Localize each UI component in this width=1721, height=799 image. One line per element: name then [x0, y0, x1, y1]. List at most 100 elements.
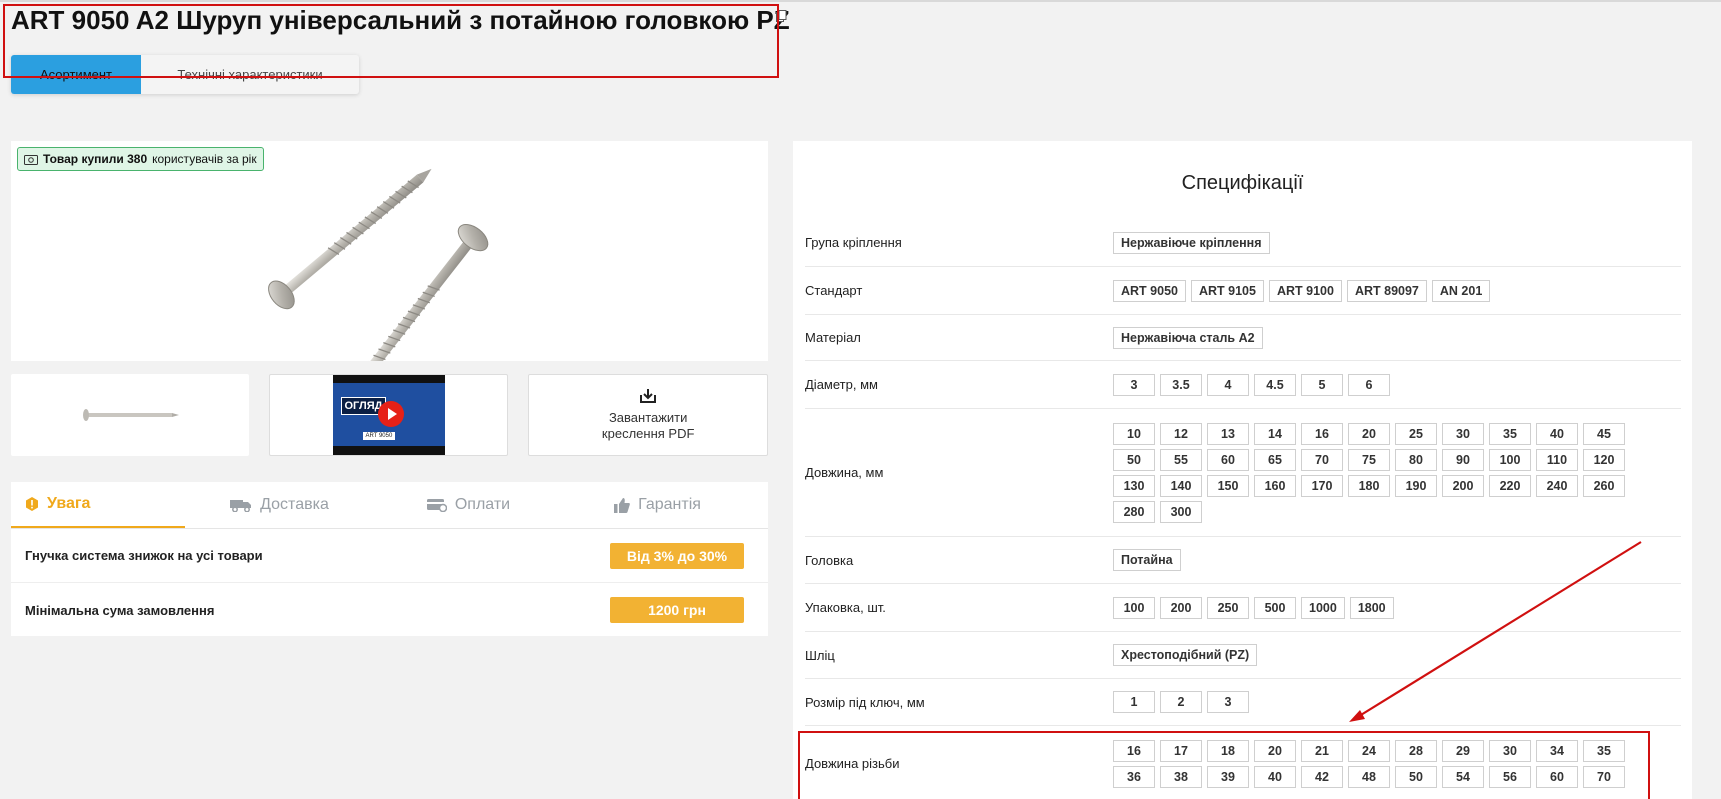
- tab-specifications[interactable]: Технічні характеристики: [141, 55, 359, 94]
- tab-delivery[interactable]: Доставка: [185, 482, 374, 528]
- top-divider: [0, 0, 1721, 2]
- spec-value-chip[interactable]: AN 201: [1431, 279, 1491, 302]
- screw-thumbnail-image: [82, 409, 179, 421]
- spec-value-chip[interactable]: 3.5: [1160, 373, 1202, 396]
- spec-value-chip[interactable]: 40: [1254, 765, 1296, 788]
- spec-value-chip[interactable]: 100: [1113, 596, 1155, 619]
- spec-value-chip[interactable]: 70: [1583, 765, 1625, 788]
- spec-value-chip[interactable]: 10: [1113, 422, 1155, 445]
- spec-value-chip[interactable]: 40: [1536, 422, 1578, 445]
- spec-value-chip[interactable]: 190: [1395, 474, 1437, 497]
- thumbnail-video[interactable]: ОГЛЯД ART 9050: [268, 374, 509, 456]
- spec-value-chip[interactable]: 60: [1536, 765, 1578, 788]
- spec-value-chip[interactable]: 180: [1348, 474, 1390, 497]
- spec-label: Діаметр, мм: [805, 377, 878, 392]
- spec-value-chip[interactable]: 21: [1301, 739, 1343, 762]
- spec-row: Стандарт ART 9050 ART 9105 ART 9100 ART 8909…: [805, 267, 1681, 315]
- spec-value-chip[interactable]: 12: [1160, 422, 1202, 445]
- spec-value-chip[interactable]: 6: [1348, 373, 1390, 396]
- spec-value-chip[interactable]: ART 89097: [1346, 279, 1427, 302]
- spec-value-chip[interactable]: 120: [1583, 448, 1625, 471]
- spec-value-chip[interactable]: 2: [1160, 691, 1202, 713]
- spec-value-chip[interactable]: 140: [1160, 474, 1202, 497]
- tab-payment[interactable]: Оплати: [374, 482, 563, 528]
- spec-row: Діаметр, мм 3 3.5 4 4.5 5 6: [805, 361, 1681, 409]
- spec-value-chip[interactable]: 45: [1583, 422, 1625, 445]
- spec-value-chip[interactable]: 1000: [1301, 596, 1345, 619]
- spec-value-chip[interactable]: 50: [1113, 448, 1155, 471]
- spec-value-chip[interactable]: 300: [1160, 500, 1202, 523]
- spec-value-chip[interactable]: Хрестоподібний (PZ): [1113, 644, 1258, 666]
- spec-value-chip[interactable]: 160: [1254, 474, 1296, 497]
- spec-value-chip[interactable]: Нержавіюче кріплення: [1113, 231, 1270, 254]
- spec-value-chip[interactable]: 48: [1348, 765, 1390, 788]
- spec-value-chip[interactable]: 240: [1536, 474, 1578, 497]
- spec-value-chip[interactable]: Потайна: [1113, 549, 1181, 571]
- spec-value-chip[interactable]: 20: [1254, 739, 1296, 762]
- spec-value-chip[interactable]: 56: [1489, 765, 1531, 788]
- spec-value-chip[interactable]: 60: [1207, 448, 1249, 471]
- spec-value-chip[interactable]: 35: [1583, 739, 1625, 762]
- spec-value-chip[interactable]: 35: [1489, 422, 1531, 445]
- spec-value-chip[interactable]: 80: [1395, 448, 1437, 471]
- spec-value-chip[interactable]: 50: [1395, 765, 1437, 788]
- spec-value-chip[interactable]: 30: [1489, 739, 1531, 762]
- spec-value-chip[interactable]: 54: [1442, 765, 1484, 788]
- spec-value-chip[interactable]: 280: [1113, 500, 1155, 523]
- spec-value-chip[interactable]: 13: [1207, 422, 1249, 445]
- spec-value-chip[interactable]: 200: [1160, 596, 1202, 619]
- spec-value-chip[interactable]: 1: [1113, 691, 1155, 713]
- spec-value-chip[interactable]: 4: [1207, 373, 1249, 396]
- spec-value-chip[interactable]: 34: [1536, 739, 1578, 762]
- spec-value-chip[interactable]: 24: [1348, 739, 1390, 762]
- thumbnail-photo[interactable]: [11, 374, 249, 456]
- spec-value-chip[interactable]: 5: [1301, 373, 1343, 396]
- spec-value-chip[interactable]: 90: [1442, 448, 1484, 471]
- spec-value-chip[interactable]: 260: [1583, 474, 1625, 497]
- spec-value-chip[interactable]: 65: [1254, 448, 1296, 471]
- spec-value-chip[interactable]: 20: [1348, 422, 1390, 445]
- spec-value-chip[interactable]: 14: [1254, 422, 1296, 445]
- spec-value-chip[interactable]: 200: [1442, 474, 1484, 497]
- spec-value-chip[interactable]: 28: [1395, 739, 1437, 762]
- spec-value-chip[interactable]: 3: [1113, 373, 1155, 396]
- spec-value-chip[interactable]: 3: [1207, 691, 1249, 713]
- spec-value-chip[interactable]: 110: [1536, 448, 1578, 471]
- spec-value-chip[interactable]: 220: [1489, 474, 1531, 497]
- spec-value-chip[interactable]: Нержавіюча сталь A2: [1113, 326, 1263, 349]
- spec-value-chip[interactable]: ART 9100: [1268, 279, 1342, 302]
- spec-value-chip[interactable]: 70: [1301, 448, 1343, 471]
- spec-value-chip[interactable]: 250: [1207, 596, 1249, 619]
- spec-value-chip[interactable]: 39: [1207, 765, 1249, 788]
- tab-assortment[interactable]: Асортимент: [11, 55, 141, 94]
- spec-label: Довжина, мм: [805, 465, 884, 480]
- spec-value-chip[interactable]: 4.5: [1254, 373, 1296, 396]
- spec-row: Матеріал Нержавіюча сталь A2: [805, 315, 1681, 361]
- spec-value-chip[interactable]: 1800: [1349, 596, 1394, 619]
- spec-value-chip[interactable]: 25: [1395, 422, 1437, 445]
- spec-value-chip[interactable]: 42: [1301, 765, 1343, 788]
- spec-value-chip[interactable]: 36: [1113, 765, 1155, 788]
- play-icon[interactable]: [377, 401, 404, 427]
- spec-value-chip[interactable]: 150: [1207, 474, 1249, 497]
- copy-icon[interactable]: [776, 10, 787, 22]
- tab-warranty[interactable]: Гарантія: [563, 482, 752, 528]
- spec-value-chip[interactable]: 130: [1113, 474, 1155, 497]
- spec-value-chip[interactable]: 16: [1113, 739, 1155, 762]
- spec-value-chip[interactable]: ART 9050: [1113, 279, 1186, 302]
- spec-value-chip[interactable]: 100: [1489, 448, 1531, 471]
- pdf-download-button[interactable]: Завантажити креслення PDF: [528, 374, 769, 456]
- spec-value-chip[interactable]: 29: [1442, 739, 1484, 762]
- spec-value-chip[interactable]: 38: [1160, 765, 1202, 788]
- spec-value-chip[interactable]: ART 9105: [1190, 279, 1264, 302]
- spec-value-chip[interactable]: 75: [1348, 448, 1390, 471]
- spec-value-chip[interactable]: 16: [1301, 422, 1343, 445]
- tab-attention[interactable]: Увага: [11, 482, 185, 528]
- spec-value-chip[interactable]: 17: [1160, 739, 1202, 762]
- product-image[interactable]: [11, 141, 768, 361]
- spec-value-chip[interactable]: 55: [1160, 448, 1202, 471]
- spec-value-chip[interactable]: 170: [1301, 474, 1343, 497]
- spec-value-chip[interactable]: 18: [1207, 739, 1249, 762]
- spec-value-chip[interactable]: 30: [1442, 422, 1484, 445]
- spec-value-chip[interactable]: 500: [1254, 596, 1296, 619]
